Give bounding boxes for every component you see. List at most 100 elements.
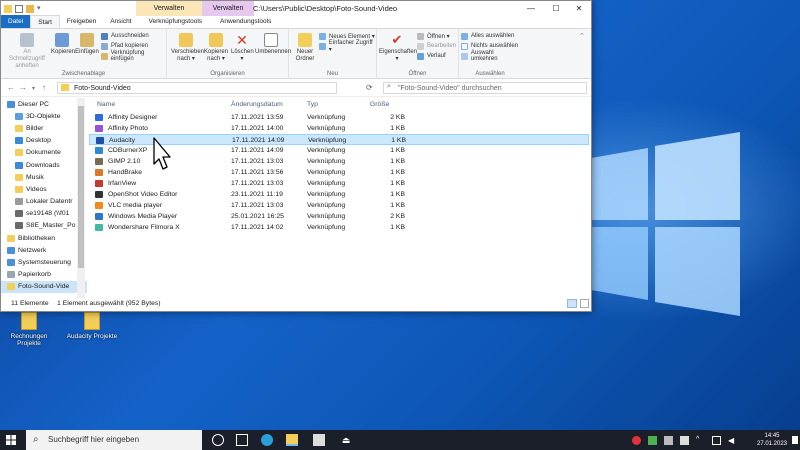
new-folder-button[interactable]: Neuer Ordner [293,33,317,63]
file-row[interactable]: Wondershare Filmora X 17.11.2021 14:02 Ver… [89,222,589,233]
large-icons-view-icon[interactable] [580,299,589,308]
copy-to-label: Kopieren nach ▾ [203,49,229,62]
nav-item-label: Foto-Sound-Vide [18,283,70,291]
tray-app-icon[interactable] [648,436,657,445]
desktop-icon-audacity-projekte[interactable]: Audacity Projekte [63,312,121,340]
tab-verknuepfungstools[interactable]: Verknüpfungstools [139,15,212,28]
clock[interactable]: 14:45 27.01.2023 [752,432,792,448]
bluetooth-icon[interactable] [680,436,689,445]
checkbox-icon[interactable] [15,4,23,13]
chevron-down-icon[interactable]: ▾ [37,5,45,13]
address-bar[interactable]: Foto-Sound-Video [57,82,337,94]
context-tab-verwalten-1[interactable]: Verwalten [136,1,202,16]
windows-start-icon[interactable] [6,435,16,445]
file-row[interactable]: IrfanView 17.11.2021 13:03 Verknüpfung 1 KB [89,178,589,189]
context-tab-verwalten-2[interactable]: Verwalten [202,1,254,16]
network-icon[interactable] [712,436,721,445]
nav-item[interactable]: Downloads [1,159,87,171]
notification-icon[interactable] [792,436,798,444]
details-view-icon[interactable] [567,299,577,308]
close-button[interactable]: ✕ [567,1,591,16]
history-icon [417,52,424,60]
edit-button[interactable]: Bearbeiten [417,42,456,50]
recent-locations-icon[interactable]: ▾ [32,85,35,92]
column-type[interactable]: Typ [307,101,318,108]
tab-ansicht[interactable]: Ansicht [103,15,138,28]
forward-arrow-icon[interactable]: → [19,83,27,92]
group-label-select: Auswählen [475,71,505,77]
tab-freigeben[interactable]: Freigeben [60,15,103,28]
nav-item[interactable]: Netzwerk [1,244,87,256]
nav-item[interactable]: Desktop [1,135,87,147]
select-none-button[interactable]: Nichts auswählen [461,42,518,50]
back-arrow-icon[interactable]: ← [7,83,15,92]
rename-button[interactable]: Umbenennen [255,33,291,56]
tab-start[interactable]: Start [30,15,60,28]
file-explorer-icon[interactable] [286,434,298,446]
maximize-button[interactable]: ☐ [544,1,568,16]
file-row[interactable]: Windows Media Player 25.01.2021 16:25 Verk… [89,211,589,222]
nav-item[interactable]: Papierkorb [1,269,87,281]
easy-access-button[interactable]: Einfacher Zugriff ▾ [319,40,376,53]
nav-item[interactable]: Bilder [1,122,87,134]
record-icon[interactable] [632,436,641,445]
move-to-button[interactable]: Verschieben nach ▾ [171,33,204,63]
nav-item[interactable]: Dokumente [1,147,87,159]
chevron-up-icon[interactable]: ^ [696,436,705,445]
cortana-icon[interactable] [212,434,224,446]
history-button[interactable]: Verlauf [417,52,446,60]
nav-item[interactable]: S8E_Master_Po [1,220,87,232]
invert-selection-button[interactable]: Auswahl umkehren [461,50,521,62]
copy-button[interactable]: Kopieren [51,33,75,56]
file-row[interactable]: Affinity Photo 17.11.2021 14:00 Verknüpfun… [89,123,589,134]
ribbon-tabs: Datei Start Freigeben Ansicht Verknüpfun… [1,15,591,29]
column-date[interactable]: Änderungsdatum [231,101,283,108]
cut-button[interactable]: Ausschneiden [101,32,149,40]
paste-button[interactable]: Einfügen [75,33,99,56]
tab-anwendungstools[interactable]: Anwendungstools [212,15,279,28]
copy-path-button[interactable]: Pfad kopieren [101,42,148,50]
tray-app-icon-2[interactable] [664,436,673,445]
taskbar-search[interactable]: Suchbegriff hier eingeben [26,430,202,450]
nav-item[interactable]: Bibliotheken [1,232,87,244]
open-button[interactable]: Öffnen ▾ [417,32,450,40]
copy-to-button[interactable]: Kopieren nach ▾ [203,33,229,63]
properties-button[interactable]: ✔ Eigenschaften ▾ [379,33,417,63]
paste-shortcut-button[interactable]: Verknüpfung einfügen [101,50,166,62]
nav-item[interactable]: Videos [1,183,87,195]
quick-access-folder-icon[interactable] [26,4,34,13]
nav-scrollbar[interactable] [77,98,85,298]
column-name[interactable]: Name [97,101,115,108]
nav-item[interactable]: Lokaler Datentr [1,196,87,208]
delete-button[interactable]: ✕ Löschen ▾ [231,33,254,63]
scroll-thumb[interactable] [78,106,84,268]
column-size[interactable]: Größe [370,101,389,108]
nav-item[interactable]: 3D-Objekte [1,110,87,122]
task-view-icon[interactable] [236,434,248,446]
mail-icon[interactable] [313,434,325,446]
refresh-icon[interactable]: ⟳ [366,83,373,92]
volume-icon[interactable]: ◀ [728,436,737,445]
file-row[interactable]: VLC media player 17.11.2021 13:03 Verknüpf… [89,200,589,211]
file-row[interactable]: Affinity Designer 17.11.2021 13:59 Verknüp… [89,112,589,123]
up-arrow-icon[interactable]: ↑ [42,83,46,92]
network-drive-icon[interactable]: ⏏ [340,434,352,446]
nav-item[interactable]: Foto-Sound-Vide [1,280,87,293]
edge-icon[interactable] [261,434,273,446]
file-row[interactable]: OpenShot Video Editor 23.11.2021 11:19 Ver… [89,189,589,200]
tab-datei[interactable]: Datei [1,15,31,28]
minimize-button[interactable]: — [519,1,543,16]
select-all-label: Alles auswählen [471,33,515,39]
search-box[interactable]: "Foto-Sound-Video" durchsuchen [383,82,587,94]
nav-item[interactable]: Systemsteuerung [1,256,87,268]
desktop-icon-rechnungen[interactable]: Rechnungen Projekte [0,312,58,347]
select-all-button[interactable]: Alles auswählen [461,32,514,40]
pin-quick-access-button[interactable]: An Schnellzugriff anheften [5,33,49,70]
collapse-ribbon-icon[interactable]: ⌃ [579,32,585,40]
file-type: Verknüpfung [307,212,346,220]
nav-item[interactable]: Musik [1,171,87,183]
nav-item[interactable]: se19148 (\\f01 [1,208,87,220]
nav-item[interactable]: Dieser PC [1,98,87,110]
new-folder-label: Neuer Ordner [295,49,315,62]
nav-item-label: Videos [26,185,47,193]
